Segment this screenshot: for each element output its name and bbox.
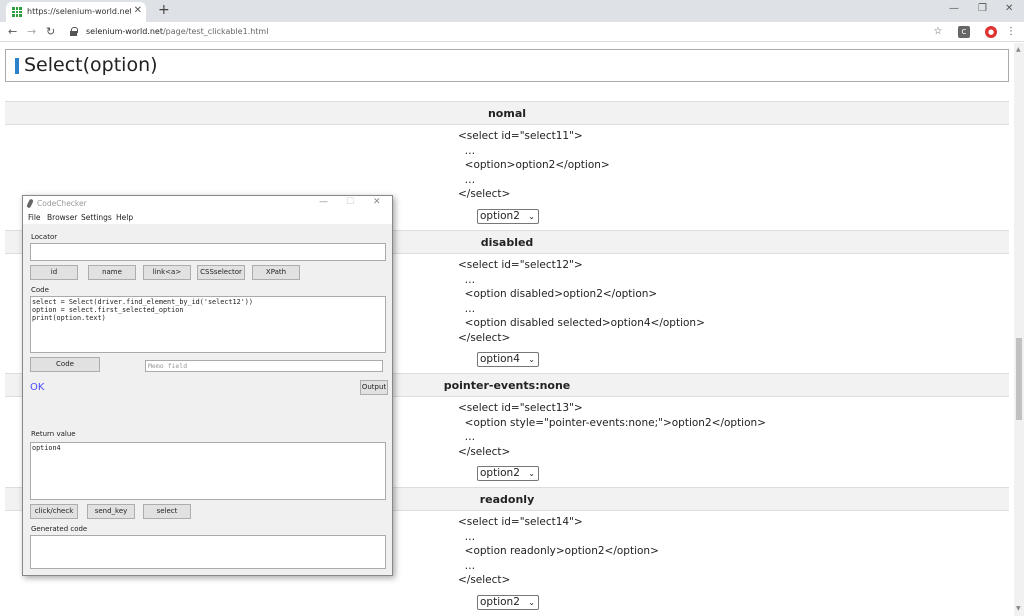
code-line: <select id="select12"> [458, 259, 583, 271]
scroll-up-icon[interactable]: ▲ [1016, 46, 1021, 53]
select12-dropdown[interactable]: option4 ⌄ [477, 352, 539, 367]
address-bar: ← → ↻ selenium-world.net/page/test_click… [0, 22, 1024, 42]
chevron-down-icon: ⌄ [528, 355, 535, 364]
site-favicon-icon [12, 7, 22, 17]
page-scrollbar[interactable]: ▲ ▼ [1014, 43, 1024, 616]
browser-tab-bar: https://selenium-world.net/page/ ✕ + — ❐… [0, 0, 1024, 22]
output-button[interactable]: Output [360, 380, 388, 395]
code-line: <select id="select11"> [458, 130, 583, 142]
select14-dropdown[interactable]: option2 ⌄ [477, 595, 539, 610]
locator-name-button[interactable]: name [88, 265, 136, 280]
url-host: selenium-world.net [86, 27, 163, 36]
code-line: … [458, 273, 476, 286]
window-close-icon[interactable]: ✕ [1005, 3, 1013, 14]
profile-avatar-icon[interactable]: ● [985, 26, 997, 38]
select-value: option4 [480, 353, 520, 365]
code-line: </select> [458, 445, 511, 458]
back-icon[interactable]: ← [8, 25, 17, 38]
locator-id-button[interactable]: id [30, 265, 78, 280]
menu-browser[interactable]: Browser [47, 213, 77, 222]
codechecker-window: CodeChecker — ☐ ✕ File Browser Settings … [22, 195, 393, 576]
select-value: option2 [480, 467, 520, 479]
code-snippet: <select id="select13"> <option style="po… [458, 401, 766, 459]
section-heading: Select(option) [5, 49, 1009, 82]
code-line: <option disabled selected>option4</optio… [458, 317, 705, 329]
select-value: option2 [480, 596, 520, 608]
page-title: Select(option) [24, 54, 158, 76]
reload-icon[interactable]: ↻ [46, 25, 55, 38]
status-text: OK [30, 382, 45, 393]
locator-input[interactable] [30, 243, 386, 261]
extension-icon[interactable]: C [958, 26, 970, 38]
code-line: … [458, 302, 476, 315]
scroll-down-icon[interactable]: ▼ [1016, 605, 1021, 612]
feather-app-icon [26, 198, 34, 209]
locator-css-button[interactable]: CSSselector [197, 265, 245, 280]
scrollbar-thumb[interactable] [1016, 338, 1022, 420]
code-label: Code [31, 286, 49, 294]
memo-field[interactable]: Memo field [145, 360, 383, 372]
code-line: <select id="select14"> [458, 516, 583, 528]
code-line: <option readonly>option2</option> [458, 545, 659, 557]
code-line: </select> [458, 188, 511, 200]
locator-link-button[interactable]: link<a> [143, 265, 191, 280]
maximize-icon[interactable]: ☐ [346, 197, 354, 207]
select11-dropdown[interactable]: option2 ⌄ [477, 209, 539, 224]
menu-file[interactable]: File [28, 213, 41, 222]
bookmark-star-icon[interactable]: ☆ [932, 26, 944, 38]
code-line: <option disabled>option2</option> [458, 288, 658, 300]
minimize-icon[interactable]: — [949, 3, 959, 14]
code-line: <option style="pointer-events:none;">opt… [458, 416, 766, 429]
url-text: selenium-world.net/page/test_clickable1.… [86, 27, 268, 36]
chevron-down-icon: ⌄ [528, 212, 535, 221]
new-tab-button[interactable]: + [158, 2, 170, 18]
window-title: CodeChecker [37, 199, 87, 208]
code-line: </select> [458, 331, 511, 344]
generated-code-textarea[interactable] [30, 535, 386, 569]
code-line: … [458, 559, 476, 572]
code-line: … [458, 431, 476, 443]
select-button[interactable]: select [143, 504, 191, 519]
codechecker-titlebar[interactable]: CodeChecker — ☐ ✕ [23, 196, 392, 212]
menu-settings[interactable]: Settings [81, 213, 112, 222]
code-snippet: <select id="select11"> … <option>option2… [458, 129, 610, 202]
send-key-button[interactable]: send_key [87, 504, 135, 519]
locator-label: Locator [31, 233, 58, 241]
heading-accent-bar [15, 58, 19, 74]
chevron-down-icon: ⌄ [528, 469, 535, 478]
generated-code-label: Generated code [31, 525, 88, 533]
section-header-nomal: nomal [5, 102, 1009, 125]
code-line: … [458, 530, 476, 543]
browser-menu-icon[interactable]: ⋮ [1005, 26, 1017, 38]
return-value-textarea[interactable]: option4 [30, 442, 386, 500]
code-line: <select id="select13"> [458, 402, 583, 414]
click-check-button[interactable]: click/check [30, 504, 78, 519]
close-icon[interactable]: ✕ [373, 197, 381, 207]
return-value-label: Return value [31, 430, 76, 438]
locator-xpath-button[interactable]: XPath [252, 265, 300, 280]
restore-icon[interactable]: ❐ [978, 3, 987, 14]
tab-close-icon[interactable]: ✕ [134, 5, 142, 16]
lock-icon [70, 27, 78, 36]
url-field[interactable]: selenium-world.net/page/test_clickable1.… [64, 24, 924, 40]
code-line: … [458, 173, 476, 186]
code-line: <option>option2</option> [458, 159, 610, 171]
code-button[interactable]: Code [30, 357, 100, 372]
browser-tab[interactable]: https://selenium-world.net/page/ ✕ [6, 2, 146, 22]
menu-help[interactable]: Help [116, 213, 133, 222]
tab-title: https://selenium-world.net/page/ [27, 7, 131, 16]
minimize-icon[interactable]: — [319, 197, 328, 207]
select13-dropdown[interactable]: option2 ⌄ [477, 466, 539, 481]
chevron-down-icon: ⌄ [528, 598, 535, 607]
code-snippet: <select id="select12"> … <option disable… [458, 258, 705, 345]
code-snippet: <select id="select14"> … <option readonl… [458, 515, 659, 588]
forward-icon[interactable]: → [27, 25, 36, 38]
code-line: </select> [458, 574, 511, 586]
code-textarea[interactable]: select = Select(driver.find_element_by_i… [30, 296, 386, 353]
select-value: option2 [480, 210, 520, 222]
codechecker-menubar: File Browser Settings Help [23, 212, 392, 224]
code-line: … [458, 144, 476, 157]
url-path: /page/test_clickable1.html [162, 27, 269, 36]
